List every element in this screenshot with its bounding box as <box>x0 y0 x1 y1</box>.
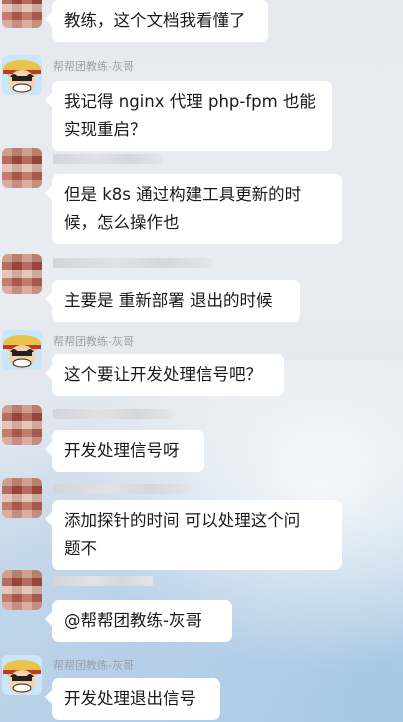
message-text: 教练，这个文档我看懂了 <box>64 11 246 30</box>
message-bubble[interactable]: 我记得 nginx 代理 php-fpm 也能 实现重启？ <box>52 81 332 151</box>
sender-name-redacted <box>53 576 153 586</box>
sender-name: 帮帮团教练-灰哥 <box>53 60 134 73</box>
message-text: 题不 <box>64 539 97 558</box>
message-text: 候，怎么操作也 <box>64 213 180 232</box>
message-text: @帮帮团教练-灰哥 <box>64 611 202 630</box>
luffy-avatar-icon <box>2 655 42 695</box>
message-bubble[interactable]: 开发处理信号呀 <box>52 430 204 472</box>
avatar[interactable] <box>2 330 42 370</box>
message-bubble[interactable]: 但是 k8s 通过构建工具更新的时 候，怎么操作也 <box>52 174 342 244</box>
avatar[interactable] <box>2 0 42 28</box>
message-bubble[interactable]: 开发处理退出信号 <box>52 678 220 720</box>
luffy-avatar-icon <box>2 330 42 370</box>
message-text: 开发处理退出信号 <box>64 689 196 708</box>
avatar[interactable] <box>2 478 42 518</box>
message-text: 但是 k8s 通过构建工具更新的时 <box>64 185 302 204</box>
message-text: 这个要让开发处理信号吧？ <box>64 365 262 384</box>
luffy-avatar-icon <box>2 55 42 95</box>
message-text: 开发处理信号呀 <box>64 441 180 460</box>
message-bubble[interactable]: 教练，这个文档我看懂了 <box>52 0 268 42</box>
chat-message-list[interactable]: 教练，这个文档我看懂了 帮帮团教练-灰哥 我记得 nginx 代理 php-fp… <box>0 0 403 722</box>
message-bubble[interactable]: 这个要让开发处理信号吧？ <box>52 354 284 396</box>
message-bubble[interactable]: @帮帮团教练-灰哥 <box>52 600 232 642</box>
message-text: 我记得 nginx 代理 php-fpm 也能 <box>64 92 316 111</box>
avatar[interactable] <box>2 405 42 445</box>
sender-name: 帮帮团教练-灰哥 <box>53 659 134 672</box>
message-text: 主要是 重新部署 退出的时候 <box>64 291 273 310</box>
sender-name: 帮帮团教练-灰哥 <box>53 335 134 348</box>
avatar[interactable] <box>2 655 42 695</box>
message-bubble[interactable]: 主要是 重新部署 退出的时候 <box>52 280 300 322</box>
sender-name-redacted <box>53 409 173 419</box>
message-text: 实现重启？ <box>64 120 147 139</box>
message-text: 添加探针的时间 可以处理这个问 <box>64 511 301 530</box>
sender-name-redacted <box>53 258 213 268</box>
sender-name-redacted <box>53 484 193 494</box>
avatar[interactable] <box>2 55 42 95</box>
message-bubble[interactable]: 添加探针的时间 可以处理这个问 题不 <box>52 500 342 570</box>
avatar[interactable] <box>2 570 42 610</box>
sender-name-redacted <box>53 154 163 164</box>
avatar[interactable] <box>2 254 42 294</box>
avatar[interactable] <box>2 148 42 188</box>
